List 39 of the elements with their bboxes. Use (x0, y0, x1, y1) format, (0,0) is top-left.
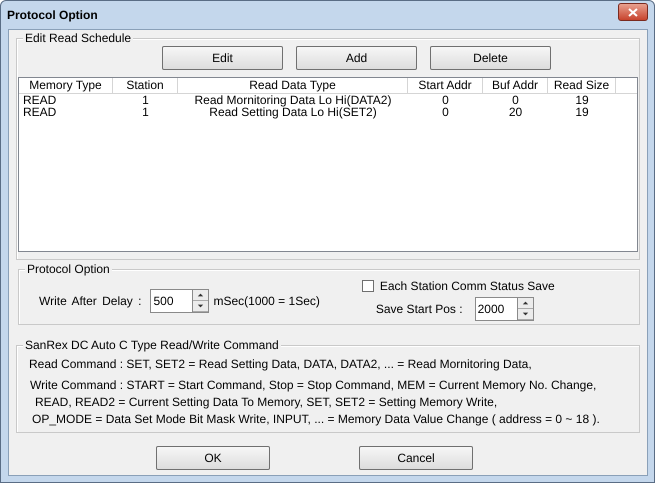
action-button[interactable]: Delete (430, 46, 551, 70)
table-cell-text: 0 (441, 106, 450, 118)
table-cell-text: READ (22, 106, 58, 118)
close-icon (628, 8, 638, 16)
delay-field[interactable]: 500 (150, 289, 192, 313)
action-button[interactable]: Edit (162, 46, 283, 70)
column-header[interactable]: Station (113, 78, 178, 93)
start-pos-field[interactable]: 2000 (474, 297, 517, 321)
table-cell-text: 19 (574, 106, 590, 118)
table-cell-text: READ (22, 94, 58, 106)
column-header[interactable]: Buf Addr (483, 78, 548, 93)
table-cell-text: 1 (141, 94, 150, 106)
column-header[interactable]: Memory Type (19, 78, 113, 93)
field-label: Write After Delay : (39, 294, 142, 308)
column-header[interactable]: Start Addr (408, 78, 483, 93)
table-cell-text: 19 (574, 94, 590, 106)
field-label: Save Start Pos : (376, 302, 463, 316)
dialog-button[interactable]: Cancel (359, 446, 473, 470)
table-cell-text: Read Setting Data Lo Hi(SET2) (208, 106, 377, 118)
table-cell-text: Read Mornitoring Data Lo Hi(DATA2) (194, 94, 392, 106)
close-button[interactable] (618, 3, 648, 21)
column-header[interactable]: Read Size (548, 78, 616, 93)
table-cell-text: 1 (141, 106, 150, 118)
help-text: READ, READ2 = Current Setting Data To Memory, SET, SET2 = Setting Memory Write, (34, 395, 498, 409)
table-cell-text: 20 (508, 106, 524, 118)
table-cell-text: 0 (441, 94, 450, 106)
help-text: OP_MODE = Data Set Mode Bit Mask Write, INPUT, ... = Memory Data Value Change ( address = 0 ~ 18 ). (31, 412, 601, 426)
group-title: Edit Read Schedule (23, 31, 134, 45)
window-title: Protocol Option (7, 8, 98, 22)
action-button[interactable]: Add (296, 46, 417, 70)
group-title: Protocol Option (25, 262, 112, 276)
table-cell-text: 0 (511, 94, 520, 106)
help-text: Read Command : SET, SET2 = Read Setting Data, DATA, DATA2, ... = Read Mornitoring Data, (29, 357, 533, 371)
station-save-checkbox[interactable]: Each Station Comm Status Save (362, 278, 555, 294)
group-title: SanRex DC Auto C Type Read/Write Command (23, 338, 281, 352)
unit-label: mSec(1000 = 1Sec) (213, 294, 320, 308)
column-header[interactable]: Read Data Type (178, 78, 408, 93)
help-text: Write Command : START = Start Command, Stop = Stop Command, MEM = Current Memory No. Change, (29, 378, 598, 392)
dialog-button[interactable]: OK (156, 446, 270, 470)
